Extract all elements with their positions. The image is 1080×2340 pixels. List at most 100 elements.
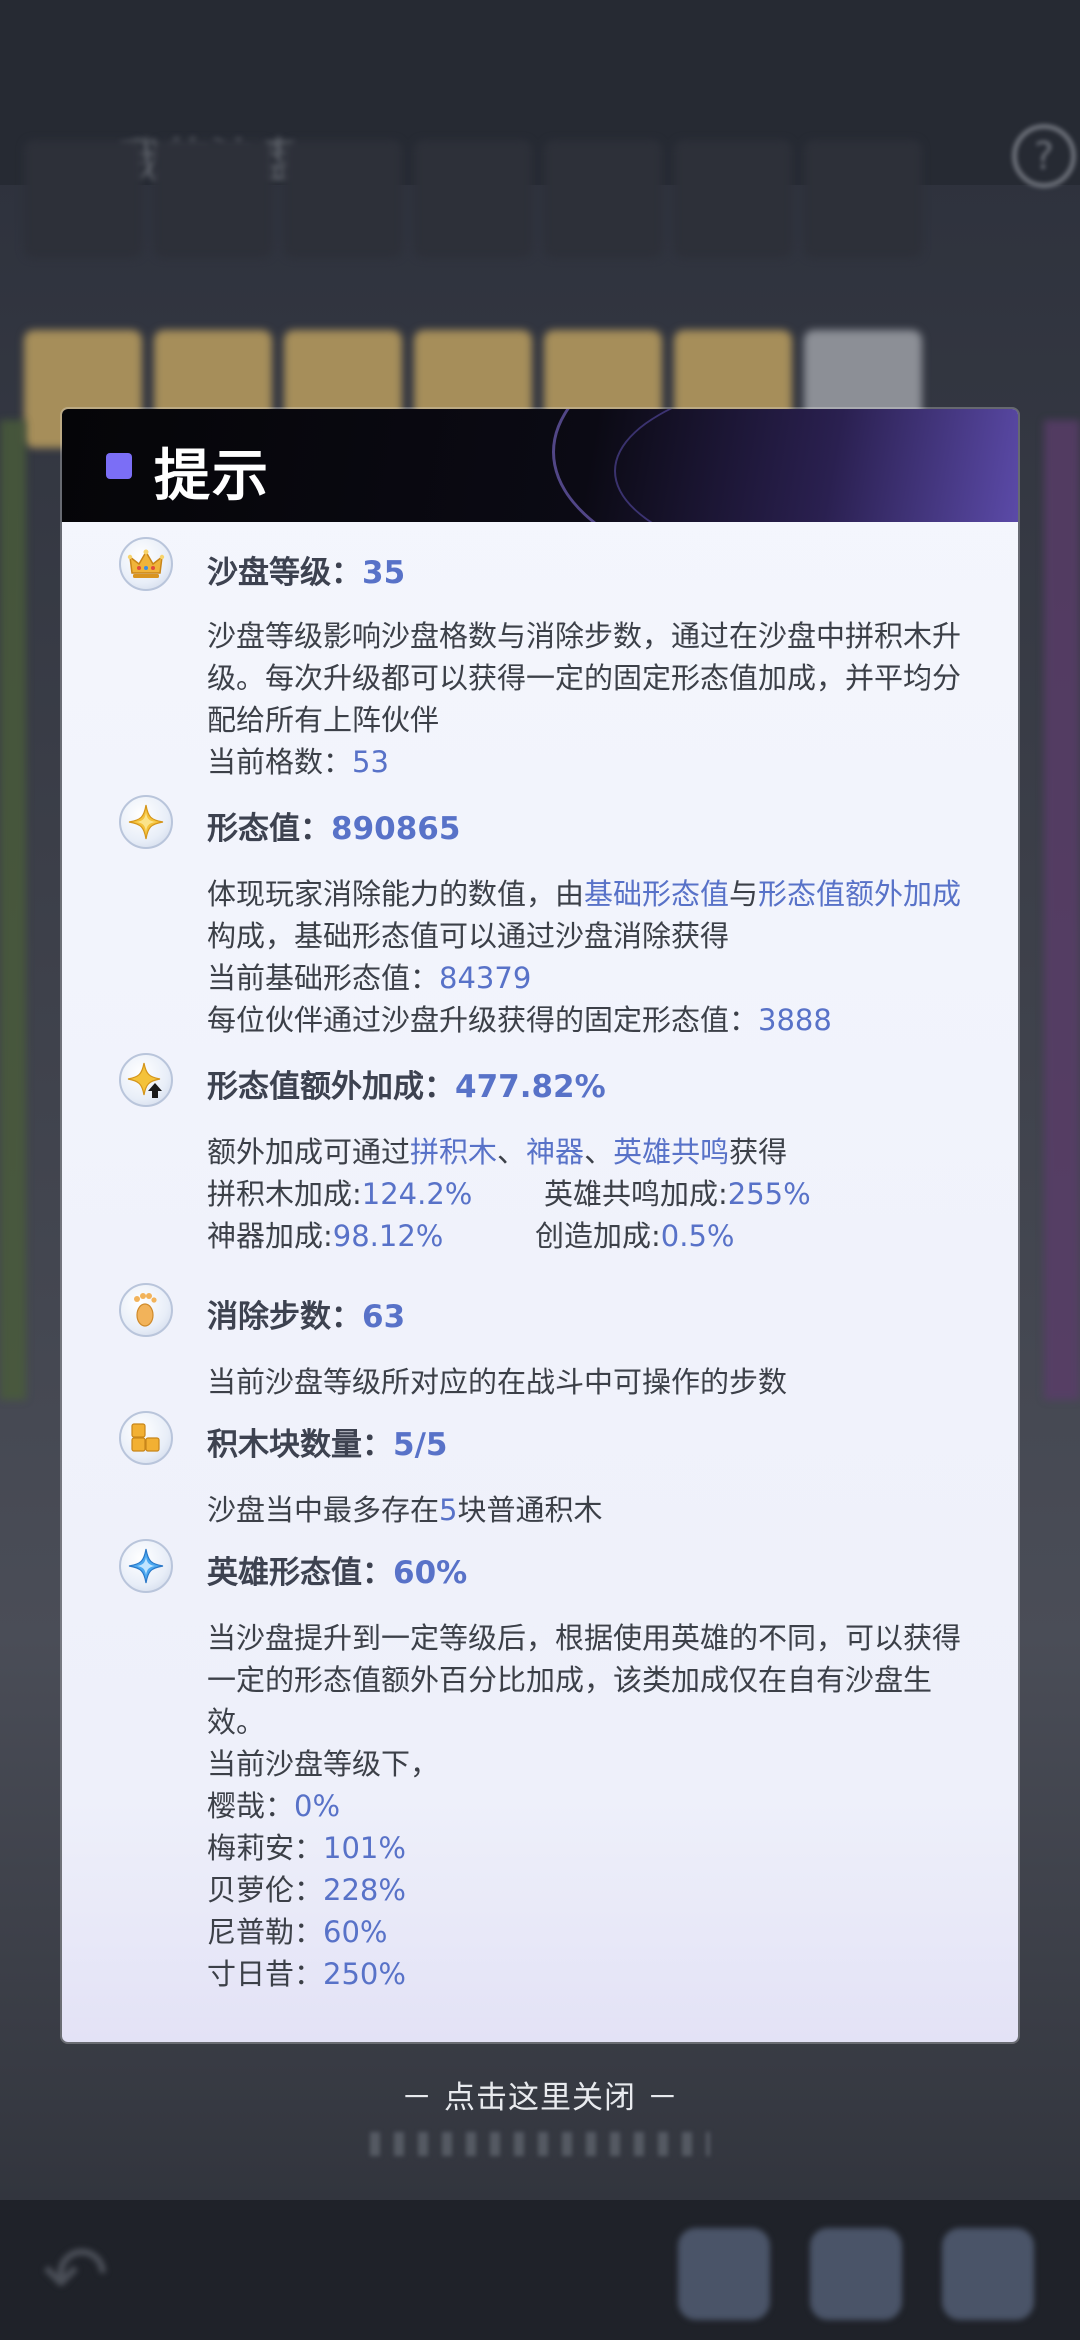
block-count-label: 积木块数量： [207,1427,393,1463]
background-bottom-bar [0,2200,1080,2340]
form-value-value: 890865 [331,811,461,847]
block-count-desc-num: 5 [439,1493,458,1527]
separator: 、 [584,1135,614,1169]
puzzle-bonus-label: 拼积木加成: [207,1177,362,1211]
sparkle-up-arrow-icon [119,1053,173,1107]
hero-name: 寸日昔： [207,1957,324,1991]
cells-row: 当前格数：53 [207,741,987,783]
block-count-title: 积木块数量：5/5 [207,1419,447,1464]
partner-value-row: 每位伙伴通过沙盘升级获得的固定形态值：3888 [207,999,987,1041]
close-dialog-button[interactable]: － 点击这里关闭 － [0,2072,1080,2117]
base-value-row: 当前基础形态值：84379 [207,957,987,999]
footprint-icon [119,1283,173,1337]
create-bonus-label: 创造加成: [535,1219,661,1253]
artifact-bonus-label: 神器加成: [207,1219,333,1253]
cells-label: 当前格数： [207,745,353,779]
block-count-desc: 沙盘当中最多存在5块普通积木 [207,1489,987,1531]
hero-row: 尼普勒：60% [207,1911,987,1953]
hero-row: 寸日昔：250% [207,1953,987,1995]
hero-row: 梅莉安：101% [207,1827,987,1869]
hero-bonus-value: 250% [323,1957,406,1991]
extra-bonus-desc-text: 获得 [729,1135,788,1169]
sandbox-level-title: 沙盘等级：35 [207,547,405,592]
form-value-desc-block: 体现玩家消除能力的数值，由基础形态值与形态值额外加成构成，基础形态值可以通过沙盘… [207,873,987,1041]
puzzle-bonus-value: 124.2% [361,1177,473,1211]
bonus-row-2: 神器加成:98.12% 创造加成:0.5% [207,1215,987,1257]
puzzle-link[interactable]: 拼积木 [410,1135,497,1169]
form-value-desc: 体现玩家消除能力的数值，由基础形态值与形态值额外加成构成，基础形态值可以通过沙盘… [207,873,987,957]
block-icon [119,1411,173,1465]
elim-steps-title: 消除步数：63 [207,1291,405,1336]
background-button-2 [810,2228,902,2320]
form-value-label: 形态值： [207,811,331,847]
bonus-row-1: 拼积木加成:124.2% 英雄共鸣加成:255% [207,1173,987,1215]
tip-dialog: 提示 沙盘等级：35 沙盘等级影响沙盘格数与消除步数，通过在沙盘中拼积木升级。每… [62,409,1018,2042]
extra-bonus-desc: 额外加成可通过拼积木、神器、英雄共鸣获得 [207,1131,987,1173]
hero-bonus-value: 101% [323,1831,406,1865]
elim-steps-desc: 当前沙盘等级所对应的在战斗中可操作的步数 [207,1365,788,1399]
cells-value: 53 [352,745,389,779]
hero-form-label: 英雄形态值： [207,1555,393,1591]
hero-name: 贝萝伦： [207,1873,324,1907]
block-count-value: 5/5 [393,1427,448,1463]
artifact-bonus: 神器加成:98.12% [207,1215,443,1257]
background-button-1 [678,2228,770,2320]
background-page-dots [370,2132,710,2156]
hero-form-current-label: 当前沙盘等级下， [207,1747,440,1781]
hero-name: 樱哉： [207,1789,295,1823]
hero-bonus-value: 0% [294,1789,341,1823]
dialog-title: 提示 [154,443,270,509]
create-bonus: 创造加成:0.5% [535,1215,734,1257]
elim-steps-value: 63 [362,1299,406,1335]
sandbox-level-desc-block: 沙盘等级影响沙盘格数与消除步数，通过在沙盘中拼积木升级。每次升级都可以获得一定的… [207,615,987,783]
form-value-desc-text: 体现玩家消除能力的数值，由 [207,877,585,911]
hero-row: 贝萝伦：228% [207,1869,987,1911]
extra-bonus-link[interactable]: 形态值额外加成 [758,877,961,911]
hero-name: 尼普勒： [207,1915,324,1949]
hero-form-desc-block: 当沙盘提升到一定等级后，根据使用英雄的不同，可以获得一定的形态值额外百分比加成，… [207,1617,987,1995]
separator: 、 [497,1135,527,1169]
hero-form-desc: 当沙盘提升到一定等级后，根据使用英雄的不同，可以获得一定的形态值额外百分比加成，… [207,1621,962,1739]
elim-steps-label: 消除步数： [207,1299,362,1335]
resonance-bonus-label: 英雄共鸣加成: [544,1177,728,1211]
hero-bonus-value: 60% [323,1915,388,1949]
extra-bonus-desc-block: 额外加成可通过拼积木、神器、英雄共鸣获得 拼积木加成:124.2% 英雄共鸣加成… [207,1131,987,1257]
block-count-desc-text: 沙盘当中最多存在 [207,1493,440,1527]
form-value-title: 形态值：890865 [207,803,460,848]
sandbox-level-value: 35 [362,555,406,591]
extra-bonus-desc-text: 额外加成可通过 [207,1135,411,1169]
background-side-left [0,420,26,1400]
block-count-desc-text: 块普通积木 [457,1493,603,1527]
help-icon: ? [1012,124,1076,188]
base-value-value: 84379 [439,961,532,995]
sandbox-level-desc: 沙盘等级影响沙盘格数与消除步数，通过在沙盘中拼积木升级。每次升级都可以获得一定的… [207,619,962,737]
hero-name: 梅莉安： [207,1831,324,1865]
header-decoration [614,409,1018,522]
sparkle-icon [119,795,173,849]
hero-row: 樱哉：0% [207,1785,987,1827]
artifact-link[interactable]: 神器 [526,1135,584,1169]
extra-bonus-label: 形态值额外加成： [207,1069,455,1105]
dialog-header: 提示 [62,409,1018,522]
hero-form-value: 60% [393,1555,468,1591]
back-icon: ↶ [42,2228,110,2321]
crown-icon [119,537,173,591]
base-form-value-link[interactable]: 基础形态值 [584,877,729,911]
form-value-desc-text: 构成，基础形态值可以通过沙盘消除获得 [207,919,730,953]
blue-star-icon [119,1539,173,1593]
title-square-icon [106,453,132,479]
partner-value-value: 3888 [758,1003,832,1037]
base-value-label: 当前基础形态值： [207,961,440,995]
resonance-bonus-value: 255% [727,1177,811,1211]
extra-bonus-title: 形态值额外加成：477.82% [207,1061,606,1106]
extra-bonus-value: 477.82% [455,1069,606,1105]
hero-resonance-link[interactable]: 英雄共鸣 [613,1135,729,1169]
puzzle-bonus: 拼积木加成:124.2% [207,1173,472,1215]
hero-bonus-value: 228% [323,1873,406,1907]
form-value-desc-text: 与 [729,877,759,911]
artifact-bonus-value: 98.12% [332,1219,444,1253]
hero-form-title: 英雄形态值：60% [207,1547,467,1592]
sandbox-level-label: 沙盘等级： [207,555,362,591]
resonance-bonus: 英雄共鸣加成:255% [544,1173,811,1215]
partner-value-label: 每位伙伴通过沙盘升级获得的固定形态值： [207,1003,759,1037]
